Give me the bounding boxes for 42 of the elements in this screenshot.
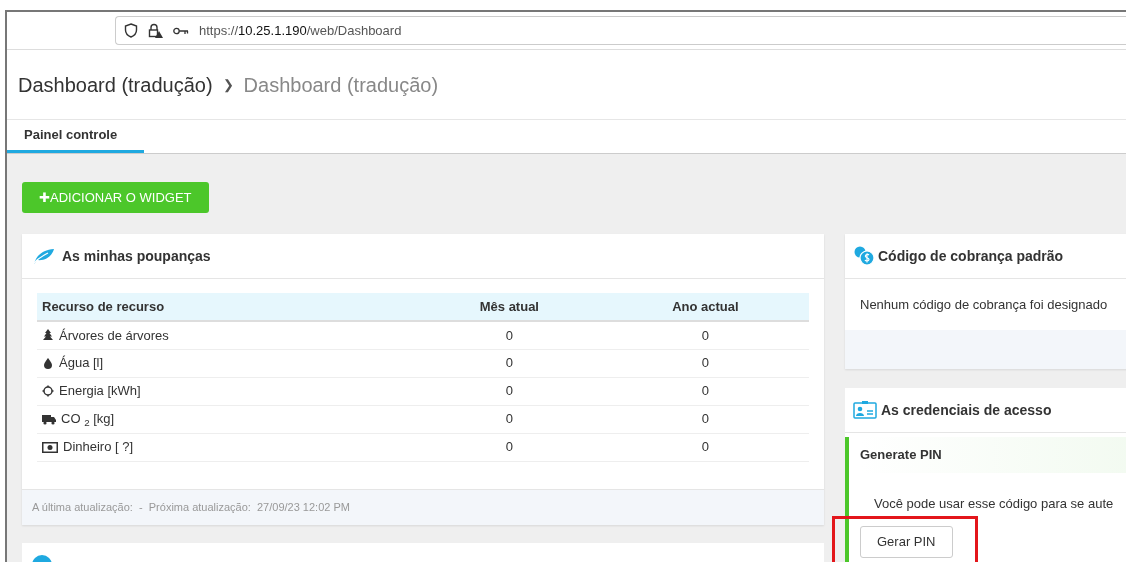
breadcrumb-link[interactable]: Dashboard (tradução) bbox=[18, 69, 213, 100]
table-cell: 0 bbox=[701, 439, 709, 455]
table-cell: 0 bbox=[505, 411, 513, 427]
drop-icon bbox=[42, 357, 54, 369]
table-cell: 0 bbox=[505, 355, 513, 371]
coins-icon bbox=[853, 246, 875, 266]
shield-icon bbox=[124, 23, 138, 38]
table-cell: 0 bbox=[701, 411, 709, 427]
address-bar[interactable]: https://10.25.1.190/web/Dashboard bbox=[115, 16, 1126, 45]
gear-icon bbox=[42, 385, 54, 397]
section-header: Generate PIN bbox=[860, 437, 1126, 473]
column-header: Recurso de recurso bbox=[37, 293, 417, 321]
tree-icon bbox=[42, 329, 54, 342]
table-cell: 0 bbox=[701, 383, 709, 399]
banknote-icon bbox=[42, 441, 58, 453]
card-title: As credenciais de acesso bbox=[881, 400, 1052, 420]
breadcrumb-current: Dashboard (tradução) bbox=[243, 72, 439, 98]
url-text: https://10.25.1.190/web/Dashboard bbox=[199, 21, 402, 40]
card-title: As minhas poupanças bbox=[62, 246, 211, 266]
generate-pin-button[interactable]: Gerar PIN bbox=[860, 525, 953, 558]
table-cell: 0 bbox=[701, 355, 709, 371]
card-title: Código de cobrança padrão bbox=[878, 246, 1064, 266]
table-cell-text: Árvores de árvores bbox=[59, 326, 169, 345]
table-cell-text: Dinheiro [ ?] bbox=[63, 438, 134, 457]
table-cell: 0 bbox=[505, 439, 513, 455]
card-message: Nenhum código de cobrança foi designado bbox=[859, 295, 1109, 314]
card-footer: A última atualização: - Próxima atualização: 27/09/23 12:02 PM bbox=[22, 488, 824, 525]
column-header: Ano actual bbox=[601, 293, 809, 321]
column-header: Mês atual bbox=[417, 293, 602, 321]
table-cell-text: CO $_{2}$ [kg] bbox=[61, 410, 115, 429]
lock-warning-icon bbox=[148, 23, 163, 38]
info-text: Você pode usar esse código para se aute bbox=[873, 495, 1115, 513]
truck-icon bbox=[42, 413, 56, 425]
table-cell-text: Energia [kWh] bbox=[59, 382, 141, 401]
breadcrumb-separator: ❯ bbox=[222, 75, 234, 95]
table-cell: 0 bbox=[701, 327, 709, 343]
table-cell: 0 bbox=[505, 383, 513, 399]
key-icon bbox=[173, 26, 189, 35]
table-cell-text: Água [l] bbox=[59, 354, 104, 373]
leaf-icon bbox=[32, 247, 54, 265]
id-card-icon bbox=[853, 401, 877, 419]
table-cell: 0 bbox=[505, 327, 513, 343]
